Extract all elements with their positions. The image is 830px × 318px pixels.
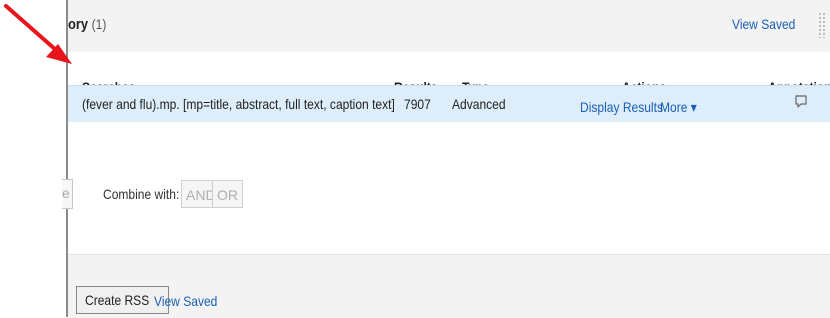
combine-or-button[interactable]: OR [212,180,243,208]
panel-title-count: (1) [91,16,107,32]
drag-handle-icon[interactable] [818,12,826,38]
panel-header: ory (1) View Saved [68,0,830,53]
combine-with-label: Combine with: [103,186,180,202]
search-type: Advanced [452,96,506,112]
view-saved-link-top[interactable]: View Saved [732,16,795,32]
view-saved-link-bottom[interactable]: View Saved [154,293,217,309]
search-query: (fever and flu).mp. [mp=title, abstract,… [82,96,395,112]
table-header-row: Searches Results Type Actions Annotation… [68,52,830,95]
more-actions-dropdown[interactable]: More ▾ [660,99,697,116]
comment-icon[interactable] [795,95,807,109]
combine-section: e Combine with: AND OR [62,122,830,254]
search-history-panel: ory (1) View Saved Searches Results Type… [62,0,830,318]
table-row[interactable]: (fever and flu).mp. [mp=title, abstract,… [68,85,830,124]
create-rss-label: Create RSS [85,292,150,308]
search-results-count: 7907 [404,96,431,112]
display-results-link[interactable]: Display Results [580,99,663,115]
panel-footer: Create RSS View Saved [68,254,830,318]
red-arrow-icon [4,4,72,64]
partial-button[interactable]: e [62,179,73,209]
